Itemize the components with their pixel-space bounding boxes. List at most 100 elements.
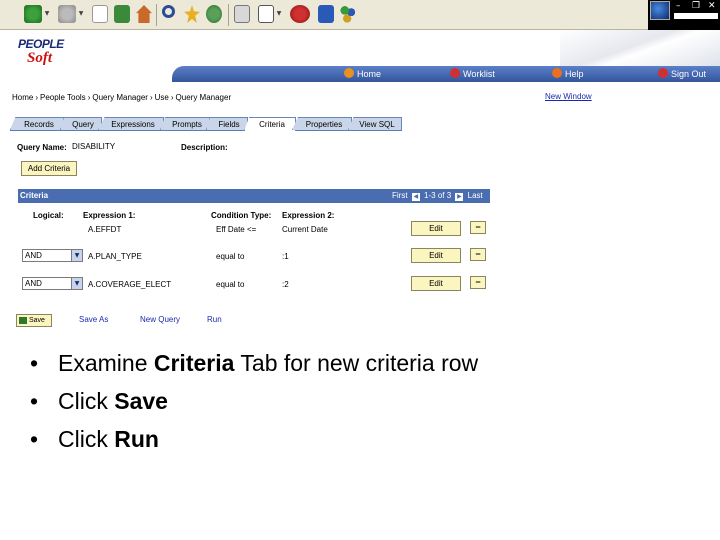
row-condition-type: Eff Date <= — [216, 225, 257, 234]
logical-select[interactable]: AND ▼ — [22, 277, 83, 290]
logical-select[interactable]: AND ▼ — [22, 249, 83, 262]
stop-icon[interactable] — [92, 5, 108, 23]
prev-arrow-icon[interactable]: ◀ — [411, 193, 420, 201]
tab-query[interactable]: Query — [60, 117, 102, 130]
ie-icon[interactable] — [318, 5, 334, 23]
save-button[interactable]: Save — [16, 314, 52, 327]
column-logical: Logical: — [33, 211, 64, 220]
restore-button[interactable]: ❐ — [692, 1, 700, 11]
nav-signout[interactable]: Sign Out — [658, 68, 706, 80]
breadcrumb-query-manager[interactable]: Query Manager — [92, 93, 148, 102]
instruction-item: • Click Save — [30, 386, 478, 424]
history-icon[interactable] — [206, 5, 222, 23]
bullet-dot: • — [30, 426, 39, 452]
row-expression2: Current Date — [282, 225, 328, 234]
grid-nav-first[interactable]: First — [392, 191, 408, 200]
instruction-list: • Examine Criteria Tab for new criteria r… — [30, 348, 478, 462]
tab-expressions[interactable]: Expressions — [98, 117, 164, 130]
edit-button[interactable]: Edit — [411, 221, 461, 236]
logo-text-bottom: Soft — [27, 50, 53, 66]
forward-icon[interactable] — [58, 5, 76, 23]
query-name-label: Query Name: — [17, 143, 67, 152]
next-arrow-icon[interactable]: ▶ — [455, 193, 464, 201]
grid-nav-range: 1-3 of 3 — [424, 191, 452, 200]
query-name-value: DISABILITY — [72, 142, 116, 151]
delete-row-button[interactable]: − — [470, 276, 486, 289]
logical-select-value: AND — [25, 279, 42, 288]
grid-nav-last[interactable]: Last — [468, 191, 483, 200]
nav-home-label: Home — [357, 69, 382, 79]
chevron-down-icon[interactable]: ▼ — [71, 250, 82, 261]
minimize-button[interactable]: – — [676, 1, 681, 11]
messenger-icon[interactable] — [340, 5, 356, 23]
peoplesoft-logo: PEOPLE Soft — [18, 37, 64, 69]
row-expression2: :2 — [282, 280, 289, 289]
nav-help-label: Help — [565, 69, 584, 79]
home-icon[interactable] — [136, 5, 152, 23]
windows-logo-icon — [650, 1, 670, 20]
address-strip — [674, 13, 718, 19]
breadcrumb: Home › People Tools › Query Manager › Use › Quer… — [12, 93, 231, 102]
edit-button[interactable]: Edit — [411, 248, 461, 263]
signout-icon — [658, 68, 668, 78]
print-icon[interactable] — [234, 5, 250, 23]
chevron-down-icon[interactable]: ▼ — [71, 278, 82, 289]
instruction-text: Examine — [58, 350, 154, 376]
nav-home[interactable]: Home — [344, 68, 381, 80]
nav-worklist[interactable]: Worklist — [450, 68, 495, 80]
instruction-emphasis: Run — [114, 426, 159, 452]
nav-worklist-label: Worklist — [463, 69, 495, 79]
tab-criteria[interactable]: Criteria — [244, 117, 296, 131]
column-condition-type: Condition Type: — [211, 211, 272, 220]
breadcrumb-separator: › — [35, 93, 39, 102]
breadcrumb-current: Query Manager — [175, 93, 232, 102]
new-window-link[interactable]: New Window — [545, 92, 592, 101]
row-expression1: A.PLAN_TYPE — [88, 252, 142, 261]
row-expression2: :1 — [282, 252, 289, 261]
tab-strip: Records Query Expressions Prompts Fields… — [10, 117, 402, 131]
instruction-emphasis: Save — [114, 388, 168, 414]
app-icon[interactable] — [290, 5, 310, 23]
breadcrumb-home[interactable]: Home — [12, 93, 33, 102]
word-icon[interactable] — [258, 5, 274, 23]
instruction-text: Click — [58, 426, 115, 452]
instruction-text: Click — [58, 388, 115, 414]
home-icon — [344, 68, 354, 78]
worklist-icon — [450, 68, 460, 78]
delete-row-button[interactable]: − — [470, 221, 486, 234]
add-criteria-button[interactable]: Add Criteria — [21, 161, 77, 176]
tab-view-sql[interactable]: View SQL — [348, 117, 402, 130]
forward-dropdown-icon[interactable]: ▼ — [78, 9, 84, 19]
word-dropdown-icon[interactable]: ▼ — [276, 9, 282, 19]
criteria-grid-header: Criteria First ◀ 1-3 of 3 ▶ Last — [18, 189, 490, 203]
breadcrumb-use[interactable]: Use — [155, 93, 169, 102]
bullet-dot: • — [30, 350, 39, 376]
nav-help[interactable]: Help — [552, 68, 584, 80]
delete-row-button[interactable]: − — [470, 248, 486, 261]
run-link[interactable]: Run — [207, 315, 222, 324]
breadcrumb-separator: › — [87, 93, 91, 102]
search-icon[interactable] — [162, 5, 175, 18]
logo-text-top: PEOPLE — [18, 37, 64, 51]
close-button[interactable]: ✕ — [708, 1, 716, 11]
header-decoration — [560, 30, 720, 66]
tab-properties[interactable]: Properties — [292, 117, 352, 130]
window-corner: – ❐ ✕ — [648, 0, 720, 30]
tab-records[interactable]: Records — [10, 117, 64, 130]
breadcrumb-separator: › — [170, 93, 174, 102]
bullet-dot: • — [30, 388, 39, 414]
favorites-icon[interactable] — [184, 5, 200, 23]
tab-fields[interactable]: Fields — [206, 117, 248, 130]
refresh-icon[interactable] — [114, 5, 130, 23]
edit-button[interactable]: Edit — [411, 276, 461, 291]
back-dropdown-icon[interactable]: ▼ — [44, 9, 50, 19]
back-icon[interactable] — [24, 5, 42, 23]
instruction-emphasis: Criteria — [153, 350, 235, 376]
new-query-link[interactable]: New Query — [140, 315, 180, 324]
breadcrumb-people-tools[interactable]: People Tools — [40, 93, 86, 102]
column-expression2: Expression 2: — [282, 211, 335, 220]
description-label: Description: — [181, 143, 228, 152]
save-as-link[interactable]: Save As — [79, 315, 108, 324]
toolbar-separator — [228, 4, 229, 26]
tab-prompts[interactable]: Prompts — [160, 117, 210, 130]
